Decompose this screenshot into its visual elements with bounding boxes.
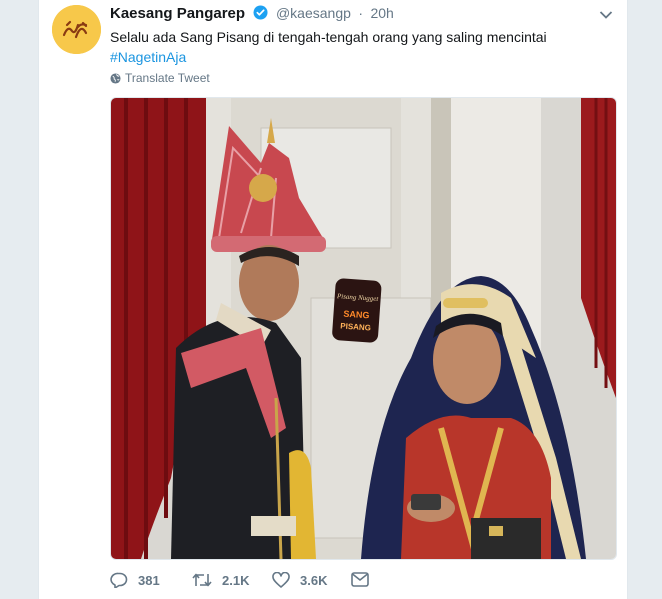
retweet-button[interactable]: 2.1K bbox=[192, 572, 249, 588]
reply-count: 381 bbox=[138, 572, 160, 588]
like-icon bbox=[272, 572, 290, 588]
caret-down-icon[interactable] bbox=[599, 7, 613, 25]
message-icon bbox=[351, 572, 369, 587]
tweet-text: Selalu ada Sang Pisang di tengah-tengah … bbox=[110, 27, 610, 67]
author-handle[interactable]: @kaesangp bbox=[276, 5, 351, 21]
like-count: 3.6K bbox=[300, 572, 328, 588]
tweet-photo[interactable]: Pisang Nugget SANG PISANG bbox=[110, 97, 617, 560]
avatar[interactable] bbox=[52, 5, 101, 54]
globe-icon bbox=[110, 73, 121, 84]
translate-label: Translate Tweet bbox=[125, 71, 210, 85]
tweet-header: Kaesang Pangarep @kaesangp · 20h bbox=[110, 5, 613, 25]
author-name[interactable]: Kaesang Pangarep bbox=[110, 5, 245, 22]
separator-dot: · bbox=[358, 5, 364, 21]
sticker-line2: SANG bbox=[343, 309, 370, 321]
translate-tweet-link[interactable]: Translate Tweet bbox=[110, 71, 210, 85]
direct-message-button[interactable] bbox=[351, 572, 379, 587]
reply-button[interactable]: 381 bbox=[110, 572, 160, 588]
hashtag-link[interactable]: #NagetinAja bbox=[110, 47, 610, 67]
reply-icon bbox=[110, 572, 128, 588]
retweet-icon bbox=[192, 573, 212, 587]
retweet-count: 2.1K bbox=[222, 572, 250, 588]
tweet-timestamp[interactable]: 20h bbox=[370, 5, 393, 21]
tweet-card: Kaesang Pangarep @kaesangp · 20h Selalu … bbox=[38, 0, 628, 599]
verified-badge-icon bbox=[252, 5, 268, 25]
tweet-body: Selalu ada Sang Pisang di tengah-tengah … bbox=[110, 29, 547, 45]
like-button[interactable]: 3.6K bbox=[272, 572, 327, 588]
